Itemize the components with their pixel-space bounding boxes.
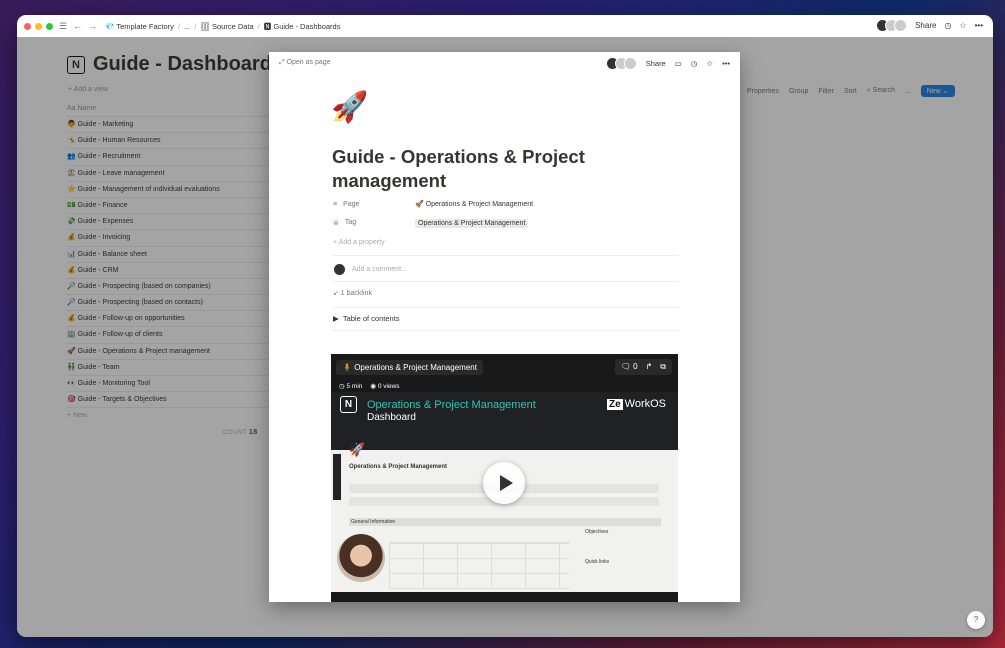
history-icon[interactable]: ◷ [691, 59, 698, 68]
more-icon[interactable]: ••• [722, 59, 730, 68]
video-embed[interactable]: 🧍 Operations & Project Management 🗨 0 ↱ … [331, 354, 678, 602]
property-label: Page [343, 200, 360, 208]
avatar [333, 263, 346, 276]
comment-input[interactable]: Add a comment... [352, 266, 407, 273]
backlink-button[interactable]: ↙ 1 backlink [333, 289, 372, 297]
comment-count: 0 [633, 362, 638, 371]
breadcrumb-label: Guide - Dashboards [273, 21, 341, 31]
brand-ze: Ze [606, 398, 623, 410]
breadcrumb-item[interactable]: 💎 Template Factory [105, 22, 174, 31]
breadcrumb-label: Source Data [211, 21, 254, 31]
maximize-window-button[interactable] [46, 22, 53, 30]
star-icon[interactable]: ☆ [706, 59, 713, 68]
property-value-page[interactable]: 🚀 Operations & Project Management [415, 200, 533, 208]
minimize-window-button[interactable] [35, 22, 42, 30]
add-property-button[interactable]: + Add a property [333, 235, 679, 249]
avatar [894, 19, 908, 32]
banner-title: Operations & Project Management [367, 399, 536, 411]
avatar [623, 57, 637, 70]
breadcrumb-separator: / [257, 21, 260, 31]
modal-page-title[interactable]: Guide - Operations & Project management [332, 145, 632, 193]
share-button[interactable]: Share [915, 21, 936, 30]
presenter-bubble [337, 534, 385, 582]
divider [332, 281, 679, 282]
menu-icon[interactable]: ☰ [59, 21, 67, 32]
property-label: Tag [344, 219, 357, 226]
frame-calendar [389, 542, 569, 589]
app-window: ☰ ← → 💎 Template Factory / ... / 🗄 Sourc… [17, 15, 993, 637]
duration: 5 min [346, 383, 363, 390]
divider [332, 255, 679, 256]
modal-share-button[interactable]: Share [646, 59, 666, 68]
frame-heading: Operations & Project Management [349, 464, 448, 470]
frame-section: General Information [349, 518, 661, 526]
page-icon[interactable]: 🚀 [331, 90, 368, 125]
back-arrow-icon[interactable]: ← [73, 21, 82, 31]
brand-logo: Ze WorkOS [606, 398, 666, 410]
divider [332, 330, 679, 331]
title-bar: ☰ ← → 💎 Template Factory / ... / 🗄 Sourc… [17, 15, 993, 37]
triangle-right-icon: ▶ [333, 314, 339, 323]
breadcrumb-item[interactable]: ... [184, 22, 190, 31]
list-icon: ≡ [333, 200, 338, 208]
more-icon[interactable]: ••• [975, 21, 983, 30]
breadcrumb-separator: / [177, 21, 180, 31]
rocket-icon: 🚀 [349, 442, 366, 457]
history-icon[interactable]: ◷ [944, 21, 951, 30]
breadcrumb-item[interactable]: 🅽 Guide - Dashboards [264, 21, 341, 32]
property-tag: ⊜ Tag Operations & Project Management [333, 216, 679, 230]
close-window-button[interactable] [24, 22, 31, 30]
property-page: ≡ Page 🚀 Operations & Project Management [333, 197, 679, 211]
video-actions: 🗨 0 ↱ ⧉ [614, 359, 672, 375]
banner-subtitle: Dashboard [367, 412, 416, 423]
collaborator-avatars[interactable] [605, 57, 637, 70]
eye-icon: ◉ 0 views [370, 383, 400, 390]
breadcrumb-separator: / [194, 21, 197, 31]
traffic-lights [24, 22, 53, 30]
video-title-text: Operations & Project Management [354, 362, 477, 372]
modal-header: ⤢ Open as page Share ▭ ◷ ☆ ••• [269, 52, 740, 74]
star-icon[interactable]: ☆ [959, 21, 966, 30]
play-button[interactable] [483, 462, 525, 504]
divider [332, 307, 679, 308]
share-arrow-icon[interactable]: ↱ [646, 362, 653, 372]
page-peek-modal: ⤢ Open as page Share ▭ ◷ ☆ ••• 🚀 Guide -… [269, 52, 740, 602]
frame-quick-links: Quick links [585, 559, 610, 565]
breadcrumb: 💎 Template Factory / ... / 🗄 Source Data… [105, 21, 340, 32]
help-button[interactable]: ? [967, 611, 985, 629]
breadcrumb-label: Template Factory [116, 21, 174, 31]
comment-box[interactable]: Add a comment... [333, 263, 407, 276]
frame-objectives: Objectives [585, 529, 609, 535]
comment-icon[interactable]: 🗨 0 [621, 362, 638, 372]
video-meta: ◷ 5 min ◉ 0 views [339, 382, 400, 390]
comment-icon[interactable]: ▭ [675, 59, 682, 68]
collaborator-avatars[interactable] [876, 19, 908, 32]
tag-icon: ⊜ [333, 220, 339, 227]
toggle-label: Table of contents [342, 314, 400, 323]
notion-logo-icon: N [340, 396, 357, 413]
external-link-icon[interactable]: ⧉ [660, 362, 666, 372]
view-count: 0 views [377, 383, 400, 390]
video-title[interactable]: 🧍 Operations & Project Management [336, 359, 483, 375]
open-as-page-button[interactable]: ⤢ Open as page [279, 59, 331, 67]
expand-icon: ⤢ [279, 59, 285, 66]
tag-badge[interactable]: Operations & Project Management [415, 218, 529, 228]
open-as-page-label: Open as page [286, 59, 331, 66]
video-recorder-toolbar [333, 454, 341, 500]
toggle-table-of-contents[interactable]: ▶ Table of contents [333, 314, 400, 323]
brand-name: WorkOS [624, 398, 666, 410]
avatar: 🧍 [342, 362, 352, 372]
breadcrumb-item[interactable]: 🗄 Source Data [200, 22, 253, 31]
clock-icon: ◷ 5 min [339, 383, 363, 390]
forward-arrow-icon[interactable]: → [88, 21, 97, 31]
